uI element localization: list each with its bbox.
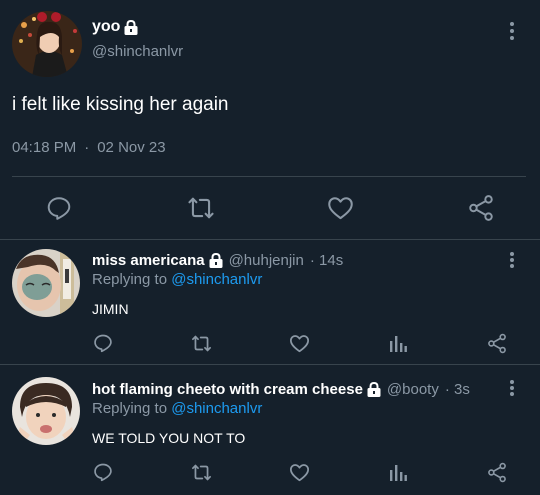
reply-icon[interactable] [46,195,72,221]
handle[interactable]: @booty [387,381,439,398]
retweet-icon[interactable] [190,463,213,482]
share-icon[interactable] [487,333,507,354]
tweet-text: i felt like kissing her again [12,94,229,115]
meta-separator: · [84,139,90,156]
divider [12,176,526,177]
mention-link[interactable]: @shinchanlvr [171,271,262,288]
reply-icon[interactable] [93,462,113,482]
lock-icon [367,381,381,397]
like-icon[interactable] [289,334,310,353]
timestamp[interactable]: · 3s [445,381,470,398]
tweet-time[interactable]: 04:18 PM [12,139,76,156]
display-name-text: hot flaming cheeto with cream cheese [92,381,363,398]
tweet-text: WE TOLD YOU NOT TO [92,430,246,446]
retweet-icon[interactable] [186,195,216,221]
more-icon[interactable] [507,252,517,268]
tweet-meta: 04:18 PM · 02 Nov 23 [12,139,166,156]
timestamp[interactable]: · 14s [310,252,343,269]
avatar[interactable] [12,11,82,77]
display-name-text: yoo [92,18,121,35]
like-icon[interactable] [289,463,310,482]
like-icon[interactable] [327,195,354,221]
share-icon[interactable] [468,194,494,222]
more-icon[interactable] [507,380,517,396]
analytics-icon[interactable] [388,333,408,353]
display-name[interactable]: miss americana @huhjenjin · 14s [92,252,343,269]
replying-to: Replying to @shinchanlvr [92,271,262,288]
mention-link[interactable]: @shinchanlvr [171,400,262,417]
display-name[interactable]: hot flaming cheeto with cream cheese @bo… [92,381,470,398]
tweet-date[interactable]: 02 Nov 23 [97,139,165,156]
share-icon[interactable] [487,462,507,483]
avatar[interactable] [12,377,80,445]
retweet-icon[interactable] [190,334,213,353]
handle[interactable]: @huhjenjin [229,252,304,269]
divider [0,364,540,365]
lock-icon [124,19,138,35]
main-tweet: yoo @shinchanlvr i felt like kissing her… [0,0,540,240]
tweet-text: JIMIN [92,301,129,317]
lock-icon [209,252,223,268]
divider [0,239,540,240]
replying-prefix: Replying to [92,271,168,288]
display-name[interactable]: yoo [92,18,138,36]
replying-to: Replying to @shinchanlvr [92,400,262,417]
more-icon[interactable] [507,22,517,40]
avatar[interactable] [12,249,80,317]
reply-icon[interactable] [93,333,113,353]
analytics-icon[interactable] [388,462,408,482]
handle[interactable]: @shinchanlvr [92,43,183,60]
display-name-text: miss americana [92,252,205,269]
replying-prefix: Replying to [92,400,168,417]
